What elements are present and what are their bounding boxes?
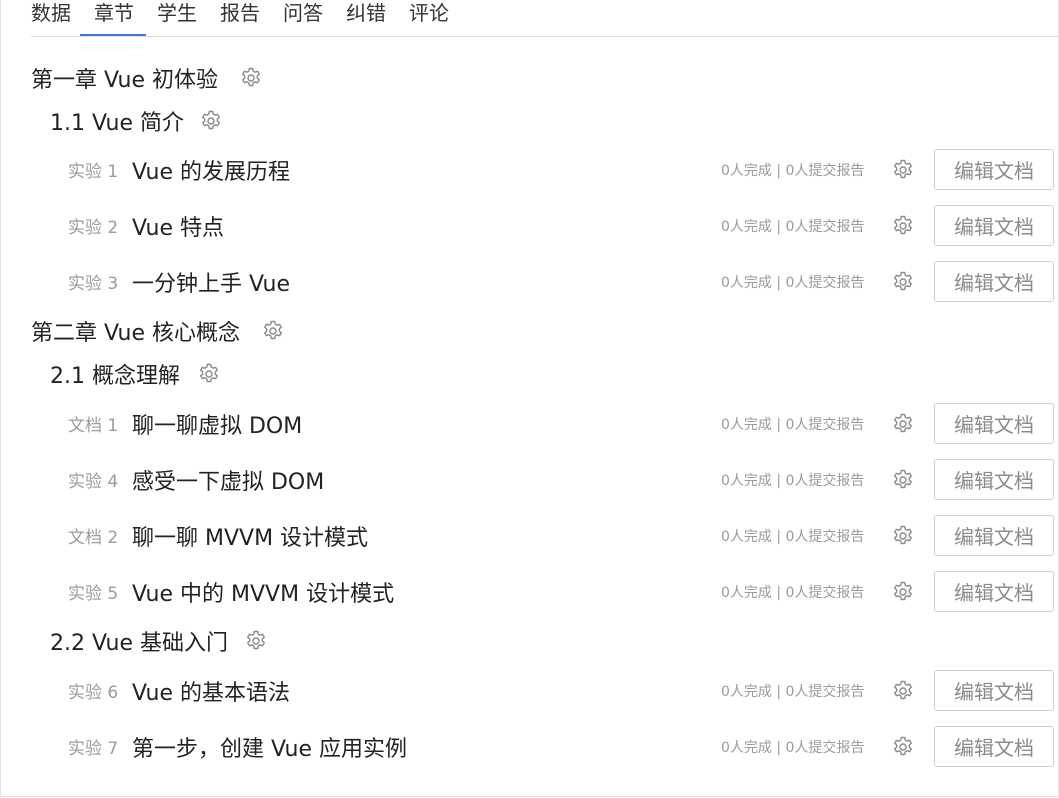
tab-chapters[interactable]: 章节 [80, 0, 146, 36]
gear-icon[interactable] [238, 65, 264, 91]
gear-icon[interactable] [890, 467, 916, 493]
chapter-title: 第一章 Vue 初体验 [31, 68, 219, 93]
tab-students[interactable]: 学生 [157, 0, 197, 36]
edit-doc-button[interactable]: 编辑文档 [934, 149, 1054, 190]
item-type: 文档 2 [68, 528, 119, 548]
item-title[interactable]: 第一步，创建 Vue 应用实例 [132, 731, 407, 763]
tab-bar: 数据 章节 学生 报告 问答 纠错 评论 [31, 0, 472, 36]
section-row: 2.1 概念理解 [1, 358, 1058, 390]
item-stats: 0人完成 | 0人提交报告 [721, 472, 865, 489]
item-title[interactable]: Vue 的基本语法 [132, 675, 290, 707]
edit-doc-button[interactable]: 编辑文档 [934, 459, 1054, 500]
gear-icon[interactable] [260, 318, 286, 344]
tab-qa[interactable]: 问答 [283, 0, 323, 36]
item-type: 实验 7 [68, 739, 119, 759]
edit-doc-button[interactable]: 编辑文档 [934, 403, 1054, 444]
item-title[interactable]: 感受一下虚拟 DOM [132, 464, 324, 496]
gear-icon[interactable] [243, 628, 269, 654]
tab-comments[interactable]: 评论 [409, 0, 449, 36]
section-row: 2.2 Vue 基础入门 [1, 625, 1058, 657]
tab-data[interactable]: 数据 [31, 0, 71, 36]
edit-doc-button[interactable]: 编辑文档 [934, 261, 1054, 302]
list-item: 实验 7 第一步，创建 Vue 应用实例 0人完成 | 0人提交报告 编辑文档 [1, 725, 1058, 768]
list-item: 实验 5 Vue 中的 MVVM 设计模式 0人完成 | 0人提交报告 编辑文档 [1, 570, 1058, 613]
course-outline-panel: 数据 章节 学生 报告 问答 纠错 评论 第一章 Vue 初体验 1.1 Vue… [0, 0, 1059, 797]
list-item: 实验 6 Vue 的基本语法 0人完成 | 0人提交报告 编辑文档 [1, 669, 1058, 712]
edit-doc-button[interactable]: 编辑文档 [934, 515, 1054, 556]
section-title: 2.2 Vue 基础入门 [50, 631, 229, 656]
tab-divider [31, 36, 1058, 37]
edit-doc-button[interactable]: 编辑文档 [934, 726, 1054, 767]
item-stats: 0人完成 | 0人提交报告 [721, 162, 865, 179]
gear-icon[interactable] [890, 734, 916, 760]
gear-icon[interactable] [890, 579, 916, 605]
chapter-title: 第二章 Vue 核心概念 [31, 321, 241, 346]
item-title[interactable]: Vue 中的 MVVM 设计模式 [132, 576, 394, 608]
item-stats: 0人完成 | 0人提交报告 [721, 416, 865, 433]
item-type: 实验 5 [68, 584, 119, 604]
tab-corrections[interactable]: 纠错 [346, 0, 386, 36]
item-stats: 0人完成 | 0人提交报告 [721, 739, 865, 756]
item-title[interactable]: 聊一聊 MVVM 设计模式 [132, 520, 368, 552]
gear-icon[interactable] [890, 678, 916, 704]
section-title: 2.1 概念理解 [50, 364, 180, 389]
item-stats: 0人完成 | 0人提交报告 [721, 683, 865, 700]
edit-doc-button[interactable]: 编辑文档 [934, 571, 1054, 612]
gear-icon[interactable] [890, 523, 916, 549]
edit-doc-button[interactable]: 编辑文档 [934, 670, 1054, 711]
gear-icon[interactable] [890, 213, 916, 239]
item-type: 文档 1 [68, 416, 119, 436]
item-type: 实验 3 [68, 274, 119, 294]
section-row: 1.1 Vue 简介 [1, 105, 1058, 137]
list-item: 实验 1 Vue 的发展历程 0人完成 | 0人提交报告 编辑文档 [1, 148, 1058, 191]
item-title[interactable]: 一分钟上手 Vue [132, 266, 290, 298]
list-item: 文档 2 聊一聊 MVVM 设计模式 0人完成 | 0人提交报告 编辑文档 [1, 514, 1058, 557]
item-type: 实验 2 [68, 218, 119, 238]
edit-doc-button[interactable]: 编辑文档 [934, 205, 1054, 246]
item-stats: 0人完成 | 0人提交报告 [721, 584, 865, 601]
item-stats: 0人完成 | 0人提交报告 [721, 274, 865, 291]
item-stats: 0人完成 | 0人提交报告 [721, 528, 865, 545]
list-item: 实验 4 感受一下虚拟 DOM 0人完成 | 0人提交报告 编辑文档 [1, 458, 1058, 501]
section-title: 1.1 Vue 简介 [50, 111, 185, 136]
list-item: 实验 2 Vue 特点 0人完成 | 0人提交报告 编辑文档 [1, 204, 1058, 247]
item-type: 实验 1 [68, 162, 119, 182]
item-stats: 0人完成 | 0人提交报告 [721, 218, 865, 235]
item-title[interactable]: Vue 特点 [132, 210, 224, 242]
gear-icon[interactable] [198, 108, 224, 134]
list-item: 实验 3 一分钟上手 Vue 0人完成 | 0人提交报告 编辑文档 [1, 260, 1058, 303]
item-type: 实验 4 [68, 472, 119, 492]
item-title[interactable]: Vue 的发展历程 [132, 154, 290, 186]
tab-reports[interactable]: 报告 [220, 0, 260, 36]
gear-icon[interactable] [196, 361, 222, 387]
item-title[interactable]: 聊一聊虚拟 DOM [132, 408, 302, 440]
item-type: 实验 6 [68, 683, 119, 703]
gear-icon[interactable] [890, 269, 916, 295]
chapter-row: 第二章 Vue 核心概念 [1, 315, 1058, 347]
chapter-row: 第一章 Vue 初体验 [1, 62, 1058, 94]
gear-icon[interactable] [890, 157, 916, 183]
list-item: 文档 1 聊一聊虚拟 DOM 0人完成 | 0人提交报告 编辑文档 [1, 402, 1058, 445]
gear-icon[interactable] [890, 411, 916, 437]
